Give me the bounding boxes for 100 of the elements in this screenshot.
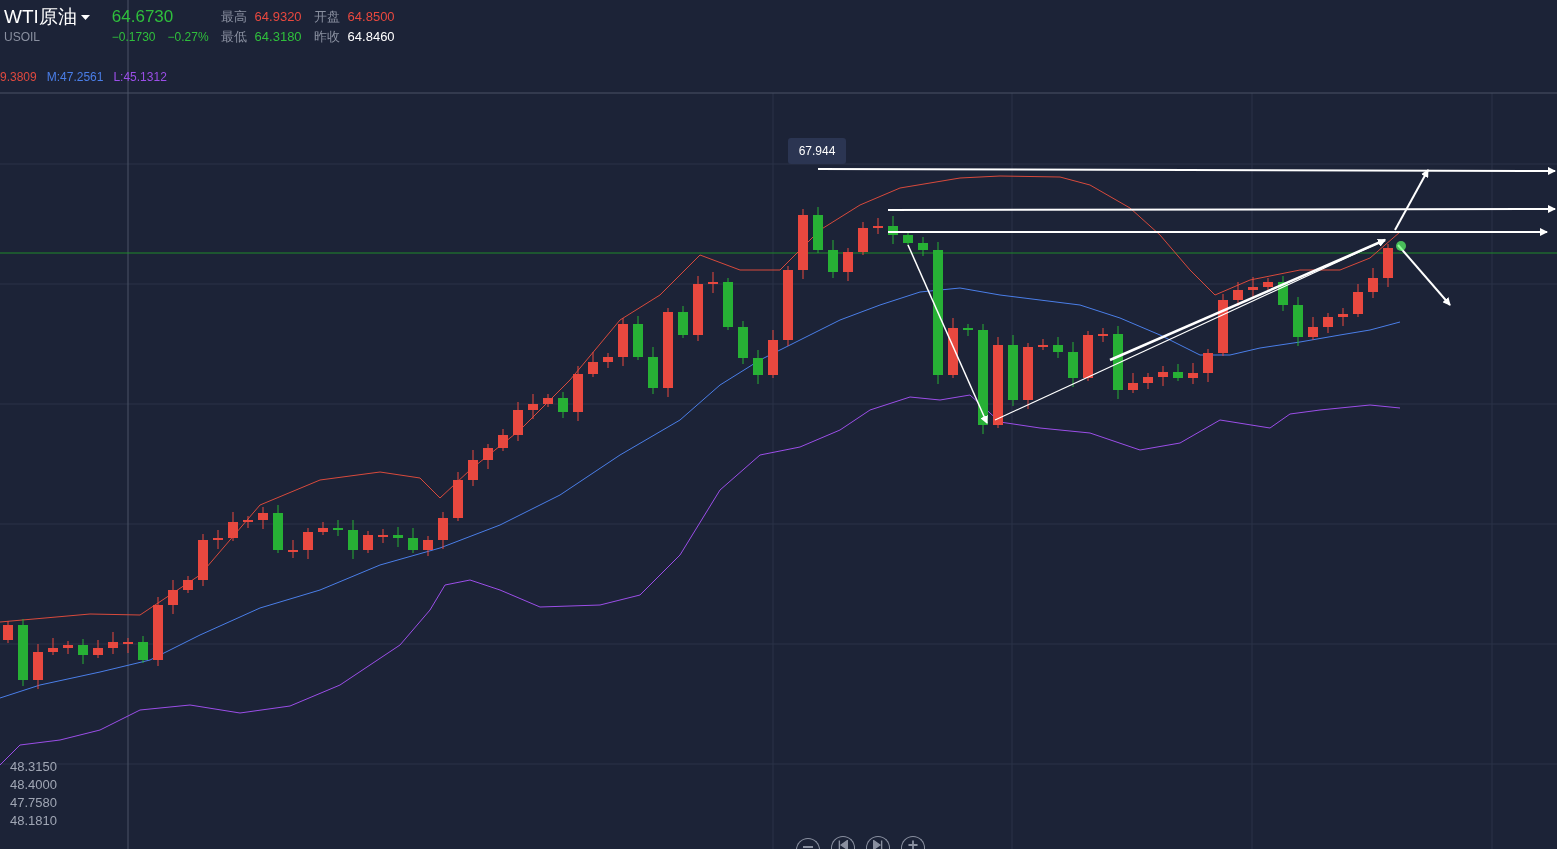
stat-label: 最低	[220, 28, 247, 46]
candlestick	[243, 515, 253, 529]
candlestick	[123, 637, 133, 654]
candlestick	[273, 504, 283, 554]
candlestick	[108, 631, 118, 655]
candlestick	[888, 215, 898, 245]
candlestick	[1383, 243, 1393, 288]
indicator-value: M:47.2561	[46, 69, 104, 85]
candlestick	[453, 471, 463, 522]
minus-icon	[803, 846, 813, 848]
candlestick	[648, 346, 658, 395]
candlestick	[813, 206, 823, 254]
candlestick	[1128, 372, 1138, 394]
stat-value: 64.3180	[254, 28, 302, 46]
candlestick	[78, 638, 88, 665]
candlestick	[378, 528, 388, 544]
candlestick	[258, 506, 268, 530]
candlestick	[498, 428, 508, 452]
candlestick	[633, 315, 643, 361]
candlestick	[918, 236, 928, 257]
candlestick	[1293, 296, 1303, 347]
candlestick	[753, 349, 763, 385]
stat-label: 最高	[220, 8, 247, 26]
candlestick	[303, 527, 313, 560]
stat-label: 开盘	[313, 8, 340, 26]
candlestick	[1083, 330, 1093, 382]
candlestick	[1053, 336, 1063, 359]
candlestick	[528, 393, 538, 420]
candlestick	[603, 352, 613, 369]
candlestick	[483, 443, 493, 470]
candlestick	[843, 247, 853, 282]
candlestick	[333, 519, 343, 537]
caret-icon[interactable]	[80, 14, 90, 20]
ohlc-value: 48.4000	[10, 776, 57, 794]
candlestick	[288, 539, 298, 559]
candlestick	[573, 365, 583, 422]
candlestick	[828, 239, 838, 279]
price-tooltip: 67.944	[788, 138, 846, 164]
current-price: 64.6730	[111, 6, 175, 28]
candlestick	[1323, 312, 1333, 334]
candlestick	[198, 533, 208, 587]
candlestick	[1023, 342, 1033, 410]
candlestick	[708, 271, 718, 294]
candlestick	[1218, 293, 1228, 357]
candlestick	[588, 351, 598, 378]
plus-icon	[908, 840, 918, 849]
candlestick	[33, 643, 43, 690]
stat-label: 昨收	[313, 28, 340, 46]
instrument-symbol: USOIL	[4, 29, 41, 45]
stat-value: 64.8460	[347, 28, 395, 46]
candlestick	[1143, 372, 1153, 390]
candlestick	[393, 526, 403, 548]
candlestick	[63, 640, 73, 655]
candlestick	[1368, 267, 1378, 299]
candlestick	[228, 511, 238, 542]
candlestick	[858, 221, 868, 256]
candlestick	[3, 620, 13, 644]
candlestick	[408, 527, 418, 554]
candlestick	[1158, 365, 1168, 387]
glow-dot	[1396, 241, 1406, 251]
ohlc-value: 47.7580	[10, 794, 57, 812]
candlestick	[513, 401, 523, 442]
candlestick	[738, 320, 748, 365]
candlestick	[1173, 363, 1183, 382]
instrument-name[interactable]: WTI原油	[4, 5, 77, 29]
candlestick	[1068, 341, 1078, 388]
candlestick	[183, 575, 193, 594]
candlestick	[1038, 338, 1048, 351]
candlestick	[1203, 348, 1213, 383]
candlestick	[18, 618, 28, 687]
candlestick	[138, 635, 148, 664]
candlestick	[438, 511, 448, 550]
candlestick	[693, 275, 703, 342]
candlestick	[348, 519, 358, 560]
candlestick	[723, 277, 733, 331]
price-change-percent: −0.27%	[167, 29, 209, 45]
candlestick	[963, 323, 973, 337]
candlestick	[363, 530, 373, 554]
candlestick	[168, 579, 178, 615]
candlestick	[1188, 362, 1198, 385]
skip-forward-icon	[873, 840, 883, 849]
stat-value: 64.8500	[347, 8, 395, 26]
candlestick	[1338, 307, 1348, 327]
candlestick	[423, 535, 433, 557]
ohlc-value: 48.3150	[10, 758, 57, 776]
candlestick	[1308, 316, 1318, 341]
candlestick	[468, 449, 478, 487]
indicator-value: 9.3809	[0, 69, 37, 85]
candlestick	[1353, 283, 1363, 318]
candlestick	[768, 329, 778, 379]
candlestick	[1098, 327, 1108, 343]
candlestick	[48, 637, 58, 656]
candlestick	[543, 393, 553, 408]
skip-back-icon	[838, 840, 848, 849]
candlestick	[903, 230, 913, 247]
candlestick	[1263, 277, 1273, 291]
candlestick	[93, 639, 103, 659]
indicator-value: L:45.1312	[113, 69, 167, 85]
price-change: −0.1730	[111, 29, 156, 45]
stat-value: 64.9320	[254, 8, 302, 26]
